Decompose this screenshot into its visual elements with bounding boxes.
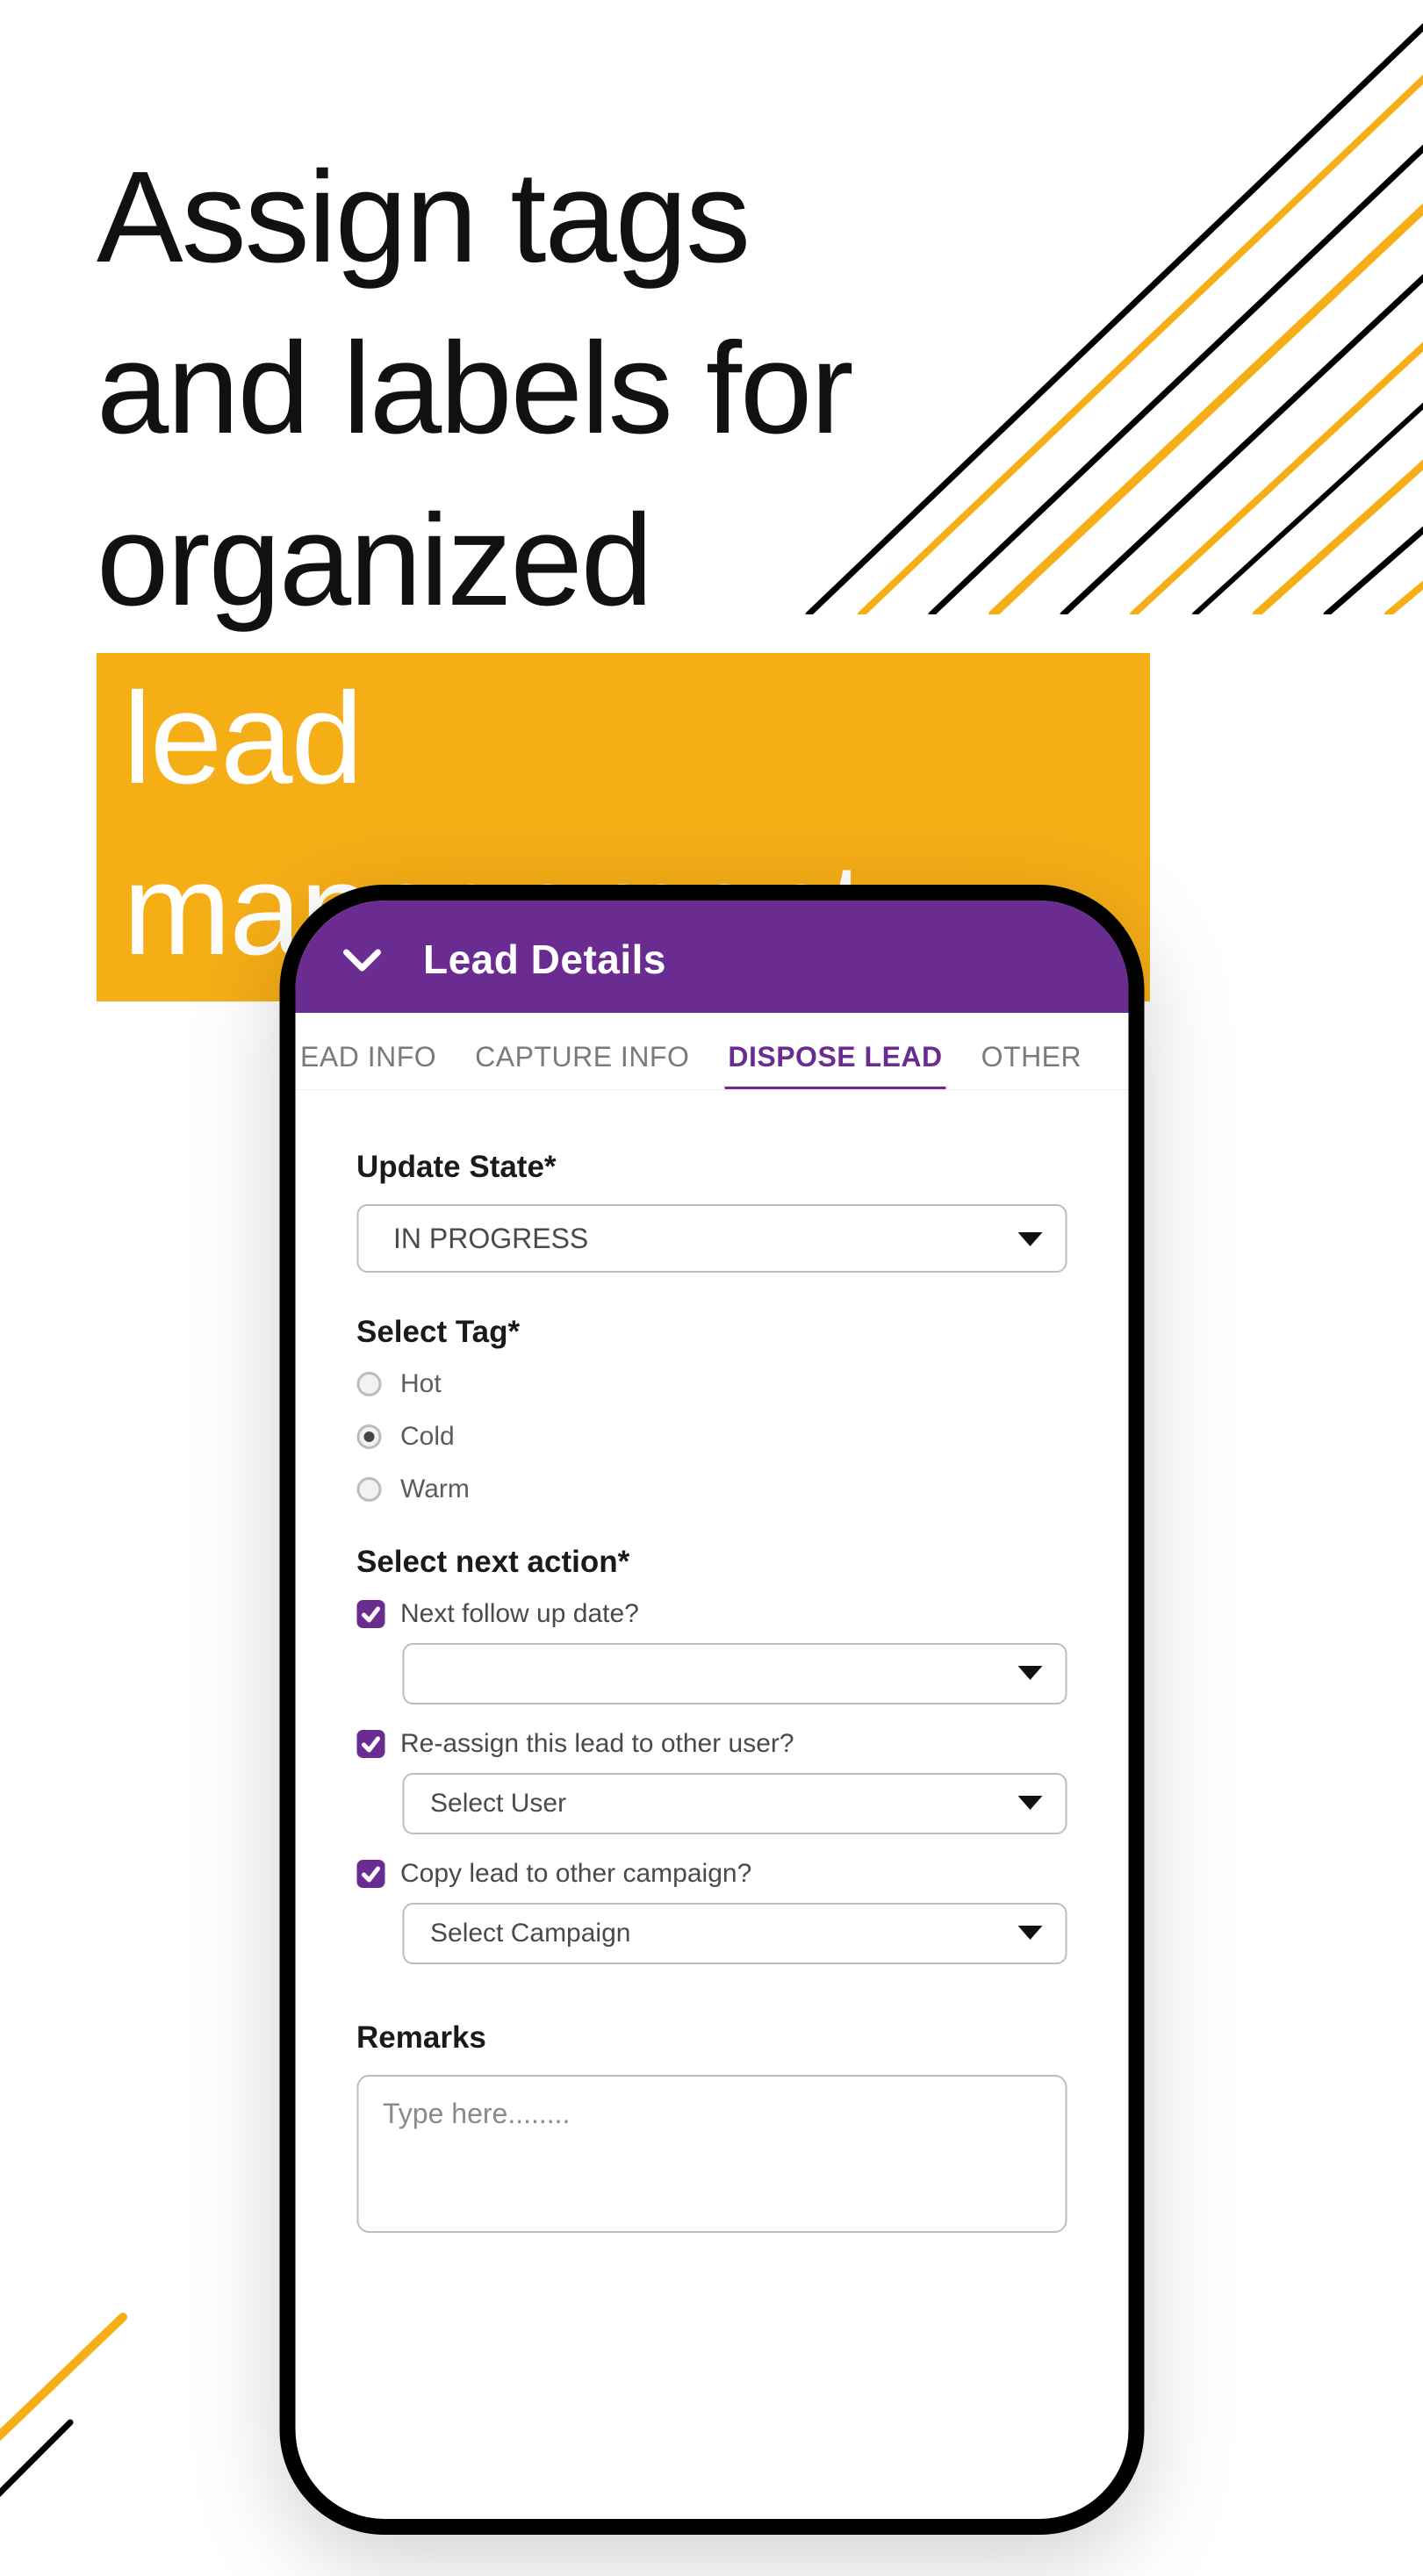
- caret-down-icon: [1017, 1919, 1042, 1948]
- tag-option-hot[interactable]: Hot: [356, 1369, 1067, 1399]
- radio-label: Hot: [400, 1369, 442, 1399]
- checkbox-icon: [356, 1860, 384, 1888]
- remarks-placeholder: Type here........: [383, 2098, 570, 2129]
- radio-label: Cold: [400, 1422, 455, 1452]
- update-state-value: IN PROGRESS: [393, 1223, 588, 1255]
- phone-mockup: Lead Details EAD INFO CAPTURE INFO DISPO…: [279, 885, 1144, 2535]
- checkbox-label: Next follow up date?: [400, 1599, 639, 1629]
- update-state-dropdown[interactable]: IN PROGRESS: [356, 1204, 1067, 1273]
- tab-label: DISPOSE LEAD: [728, 1041, 942, 1073]
- remarks-label: Remarks: [356, 2020, 1067, 2056]
- copy-campaign-dropdown[interactable]: Select Campaign: [402, 1903, 1067, 1964]
- tab-lead-info[interactable]: EAD INFO: [295, 1030, 456, 1089]
- chevron-down-icon[interactable]: [341, 938, 383, 980]
- marketing-headline: Assign tags and labels for organized lea…: [97, 132, 1150, 1001]
- next-action-copy[interactable]: Copy lead to other campaign?: [356, 1859, 1067, 1889]
- checkbox-label: Copy lead to other campaign?: [400, 1859, 751, 1889]
- checkbox-icon: [356, 1730, 384, 1758]
- tab-bar: EAD INFO CAPTURE INFO DISPOSE LEAD OTHER: [295, 1013, 1128, 1090]
- dropdown-value: Select Campaign: [430, 1919, 630, 1948]
- tag-option-cold[interactable]: Cold: [356, 1422, 1067, 1452]
- tag-radio-group: Hot Cold Warm: [356, 1369, 1067, 1504]
- checkbox-label: Re-assign this lead to other user?: [400, 1729, 794, 1759]
- decorative-lines-bottom: [0, 2308, 211, 2572]
- caret-down-icon: [1017, 1223, 1042, 1255]
- tab-capture-info[interactable]: CAPTURE INFO: [456, 1030, 708, 1089]
- dispose-lead-form: Update State* IN PROGRESS Select Tag* Ho…: [295, 1090, 1128, 2268]
- app-header: Lead Details: [295, 901, 1128, 1013]
- next-action-reassign[interactable]: Re-assign this lead to other user?: [356, 1729, 1067, 1759]
- next-action-label: Select next action*: [356, 1545, 1067, 1580]
- headline-line-2: and labels for: [97, 303, 1150, 474]
- caret-down-icon: [1017, 1789, 1042, 1819]
- tab-label: OTHER: [981, 1041, 1082, 1073]
- tag-option-warm[interactable]: Warm: [356, 1475, 1067, 1504]
- tab-other[interactable]: OTHER: [962, 1030, 1102, 1089]
- headline-line-1: Assign tags: [97, 132, 1150, 303]
- radio-icon: [356, 1424, 381, 1449]
- radio-icon: [356, 1372, 381, 1396]
- remarks-textarea[interactable]: Type here........: [356, 2075, 1067, 2233]
- page-title: Lead Details: [423, 936, 666, 983]
- followup-date-dropdown[interactable]: [402, 1643, 1067, 1704]
- tab-label: CAPTURE INFO: [475, 1041, 689, 1073]
- next-action-followup[interactable]: Next follow up date?: [356, 1599, 1067, 1629]
- radio-label: Warm: [400, 1475, 470, 1504]
- reassign-user-dropdown[interactable]: Select User: [402, 1773, 1067, 1834]
- dropdown-value: Select User: [430, 1789, 566, 1819]
- caret-down-icon: [1017, 1659, 1042, 1689]
- headline-line-3: organized: [97, 475, 1150, 646]
- tab-dispose-lead[interactable]: DISPOSE LEAD: [708, 1030, 961, 1089]
- select-tag-label: Select Tag*: [356, 1315, 1067, 1350]
- checkbox-icon: [356, 1600, 384, 1628]
- update-state-label: Update State*: [356, 1150, 1067, 1185]
- phone-screen: Lead Details EAD INFO CAPTURE INFO DISPO…: [279, 885, 1144, 2535]
- radio-icon: [356, 1477, 381, 1502]
- tab-label: EAD INFO: [300, 1041, 436, 1073]
